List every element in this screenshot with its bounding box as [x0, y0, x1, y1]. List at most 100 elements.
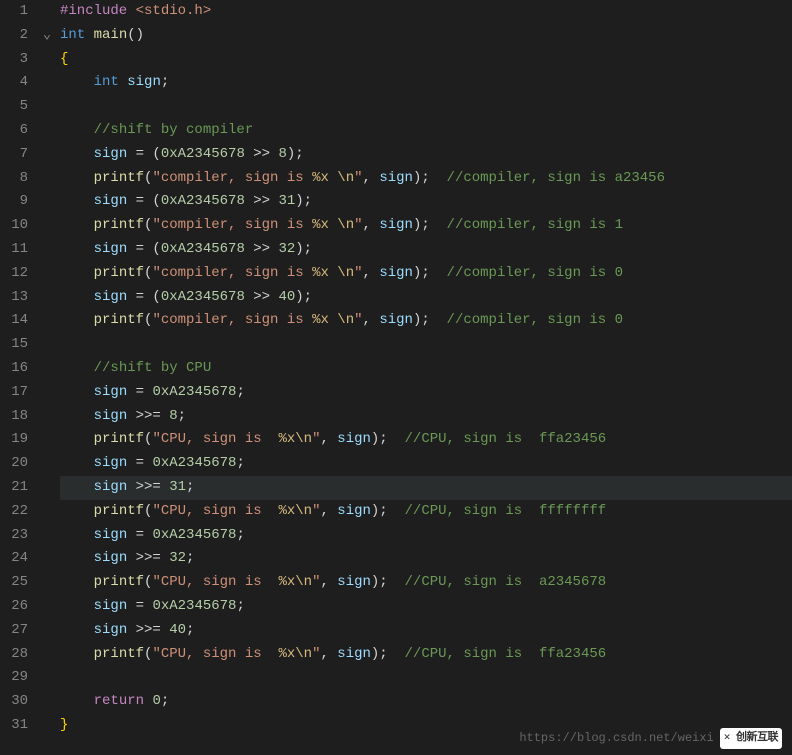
- chevron-down-icon[interactable]: ⌄: [43, 24, 51, 48]
- code-line[interactable]: sign >>= 8;: [60, 405, 792, 429]
- token-esc: %x\n: [278, 571, 312, 595]
- token-str: "compiler, sign is: [152, 262, 312, 286]
- token-punct: );: [413, 167, 447, 191]
- code-line[interactable]: sign >>= 31;: [60, 476, 792, 500]
- code-line[interactable]: printf("compiler, sign is %x \n", sign);…: [60, 214, 792, 238]
- line-number: 14: [0, 309, 28, 333]
- code-line[interactable]: sign = (0xA2345678 >> 32);: [60, 238, 792, 262]
- code-line[interactable]: printf("compiler, sign is %x \n", sign);…: [60, 262, 792, 286]
- token-str: [329, 167, 337, 191]
- code-line[interactable]: sign = 0xA2345678;: [60, 524, 792, 548]
- fold-slot: [38, 309, 56, 333]
- token-punct: (: [144, 214, 152, 238]
- code-line[interactable]: sign = (0xA2345678 >> 8);: [60, 143, 792, 167]
- token-op: >>: [245, 238, 279, 262]
- code-line[interactable]: int sign;: [60, 71, 792, 95]
- token-str: [329, 214, 337, 238]
- line-number: 12: [0, 262, 28, 286]
- token-op: ;: [236, 595, 244, 619]
- fold-slot: [38, 500, 56, 524]
- token-punct: ,: [363, 214, 380, 238]
- code-line[interactable]: {: [60, 48, 792, 72]
- token-str: "CPU, sign is: [152, 643, 278, 667]
- token-op: [60, 619, 94, 643]
- token-var: sign: [94, 381, 128, 405]
- code-line[interactable]: printf("compiler, sign is %x \n", sign);…: [60, 309, 792, 333]
- code-line[interactable]: [60, 666, 792, 690]
- code-line[interactable]: sign >>= 40;: [60, 619, 792, 643]
- code-line[interactable]: //shift by CPU: [60, 357, 792, 381]
- line-number: 26: [0, 595, 28, 619]
- token-str: "CPU, sign is: [152, 500, 278, 524]
- fold-gutter: ⌄: [38, 0, 56, 755]
- code-line[interactable]: printf("CPU, sign is %x\n", sign); //CPU…: [60, 428, 792, 452]
- line-number: 28: [0, 643, 28, 667]
- code-line[interactable]: sign >>= 32;: [60, 547, 792, 571]
- fold-slot: [38, 214, 56, 238]
- token-func: printf: [94, 428, 144, 452]
- token-num: 0xA2345678: [161, 286, 245, 310]
- token-func: printf: [94, 262, 144, 286]
- watermark-url: https://blog.csdn.net/weixi: [519, 728, 713, 748]
- code-line[interactable]: //shift by compiler: [60, 119, 792, 143]
- token-str: ": [312, 428, 320, 452]
- token-punct: );: [371, 571, 405, 595]
- token-num: 0xA2345678: [152, 381, 236, 405]
- token-comment: //shift by CPU: [94, 357, 212, 381]
- fold-slot: [38, 452, 56, 476]
- token-comment: //compiler, sign is 0: [447, 262, 623, 286]
- code-line[interactable]: int main(): [60, 24, 792, 48]
- code-editor[interactable]: 1234567891011121314151617181920212223242…: [0, 0, 792, 755]
- token-op: );: [295, 238, 312, 262]
- fold-slot: [38, 690, 56, 714]
- fold-slot: [38, 643, 56, 667]
- code-line[interactable]: sign = 0xA2345678;: [60, 381, 792, 405]
- fold-slot: [38, 0, 56, 24]
- fold-slot: [38, 333, 56, 357]
- token-comment: //CPU, sign is ffffffff: [405, 500, 607, 524]
- fold-slot: [38, 476, 56, 500]
- code-line[interactable]: sign = 0xA2345678;: [60, 595, 792, 619]
- token-var: sign: [94, 405, 128, 429]
- token-op: [60, 524, 94, 548]
- code-line[interactable]: printf("compiler, sign is %x \n", sign);…: [60, 167, 792, 191]
- token-punct: );: [413, 262, 447, 286]
- code-line[interactable]: printf("CPU, sign is %x\n", sign); //CPU…: [60, 500, 792, 524]
- line-number: 25: [0, 571, 28, 595]
- token-punct: ,: [320, 500, 337, 524]
- code-line[interactable]: sign = (0xA2345678 >> 31);: [60, 190, 792, 214]
- code-line[interactable]: #include <stdio.h>: [60, 0, 792, 24]
- code-line[interactable]: printf("CPU, sign is %x\n", sign); //CPU…: [60, 643, 792, 667]
- token-punct: ,: [320, 571, 337, 595]
- token-op: >>: [245, 190, 279, 214]
- token-op: [60, 452, 94, 476]
- token-op: ;: [186, 619, 194, 643]
- token-num: 40: [278, 286, 295, 310]
- token-punct: );: [371, 428, 405, 452]
- token-op: ;: [186, 476, 194, 500]
- token-esc: %x: [312, 214, 329, 238]
- watermark-logo-icon: ✕ 创新互联: [720, 728, 782, 749]
- code-line[interactable]: return 0;: [60, 690, 792, 714]
- token-op: [60, 357, 94, 381]
- token-op: [60, 309, 94, 333]
- token-func: printf: [94, 309, 144, 333]
- code-line[interactable]: [60, 333, 792, 357]
- token-op: [60, 238, 94, 262]
- token-op: >>: [245, 286, 279, 310]
- token-num: 0xA2345678: [152, 595, 236, 619]
- code-line[interactable]: printf("CPU, sign is %x\n", sign); //CPU…: [60, 571, 792, 595]
- line-number: 30: [0, 690, 28, 714]
- fold-slot: [38, 405, 56, 429]
- line-number: 24: [0, 547, 28, 571]
- token-op: = (: [127, 238, 161, 262]
- code-line[interactable]: sign = 0xA2345678;: [60, 452, 792, 476]
- token-punct: );: [413, 214, 447, 238]
- token-num: 0: [152, 690, 160, 714]
- code-area[interactable]: #include <stdio.h>int main(){ int sign; …: [56, 0, 792, 755]
- line-number: 7: [0, 143, 28, 167]
- token-comment: //compiler, sign is 1: [447, 214, 623, 238]
- code-line[interactable]: [60, 95, 792, 119]
- code-line[interactable]: sign = (0xA2345678 >> 40);: [60, 286, 792, 310]
- token-func: printf: [94, 643, 144, 667]
